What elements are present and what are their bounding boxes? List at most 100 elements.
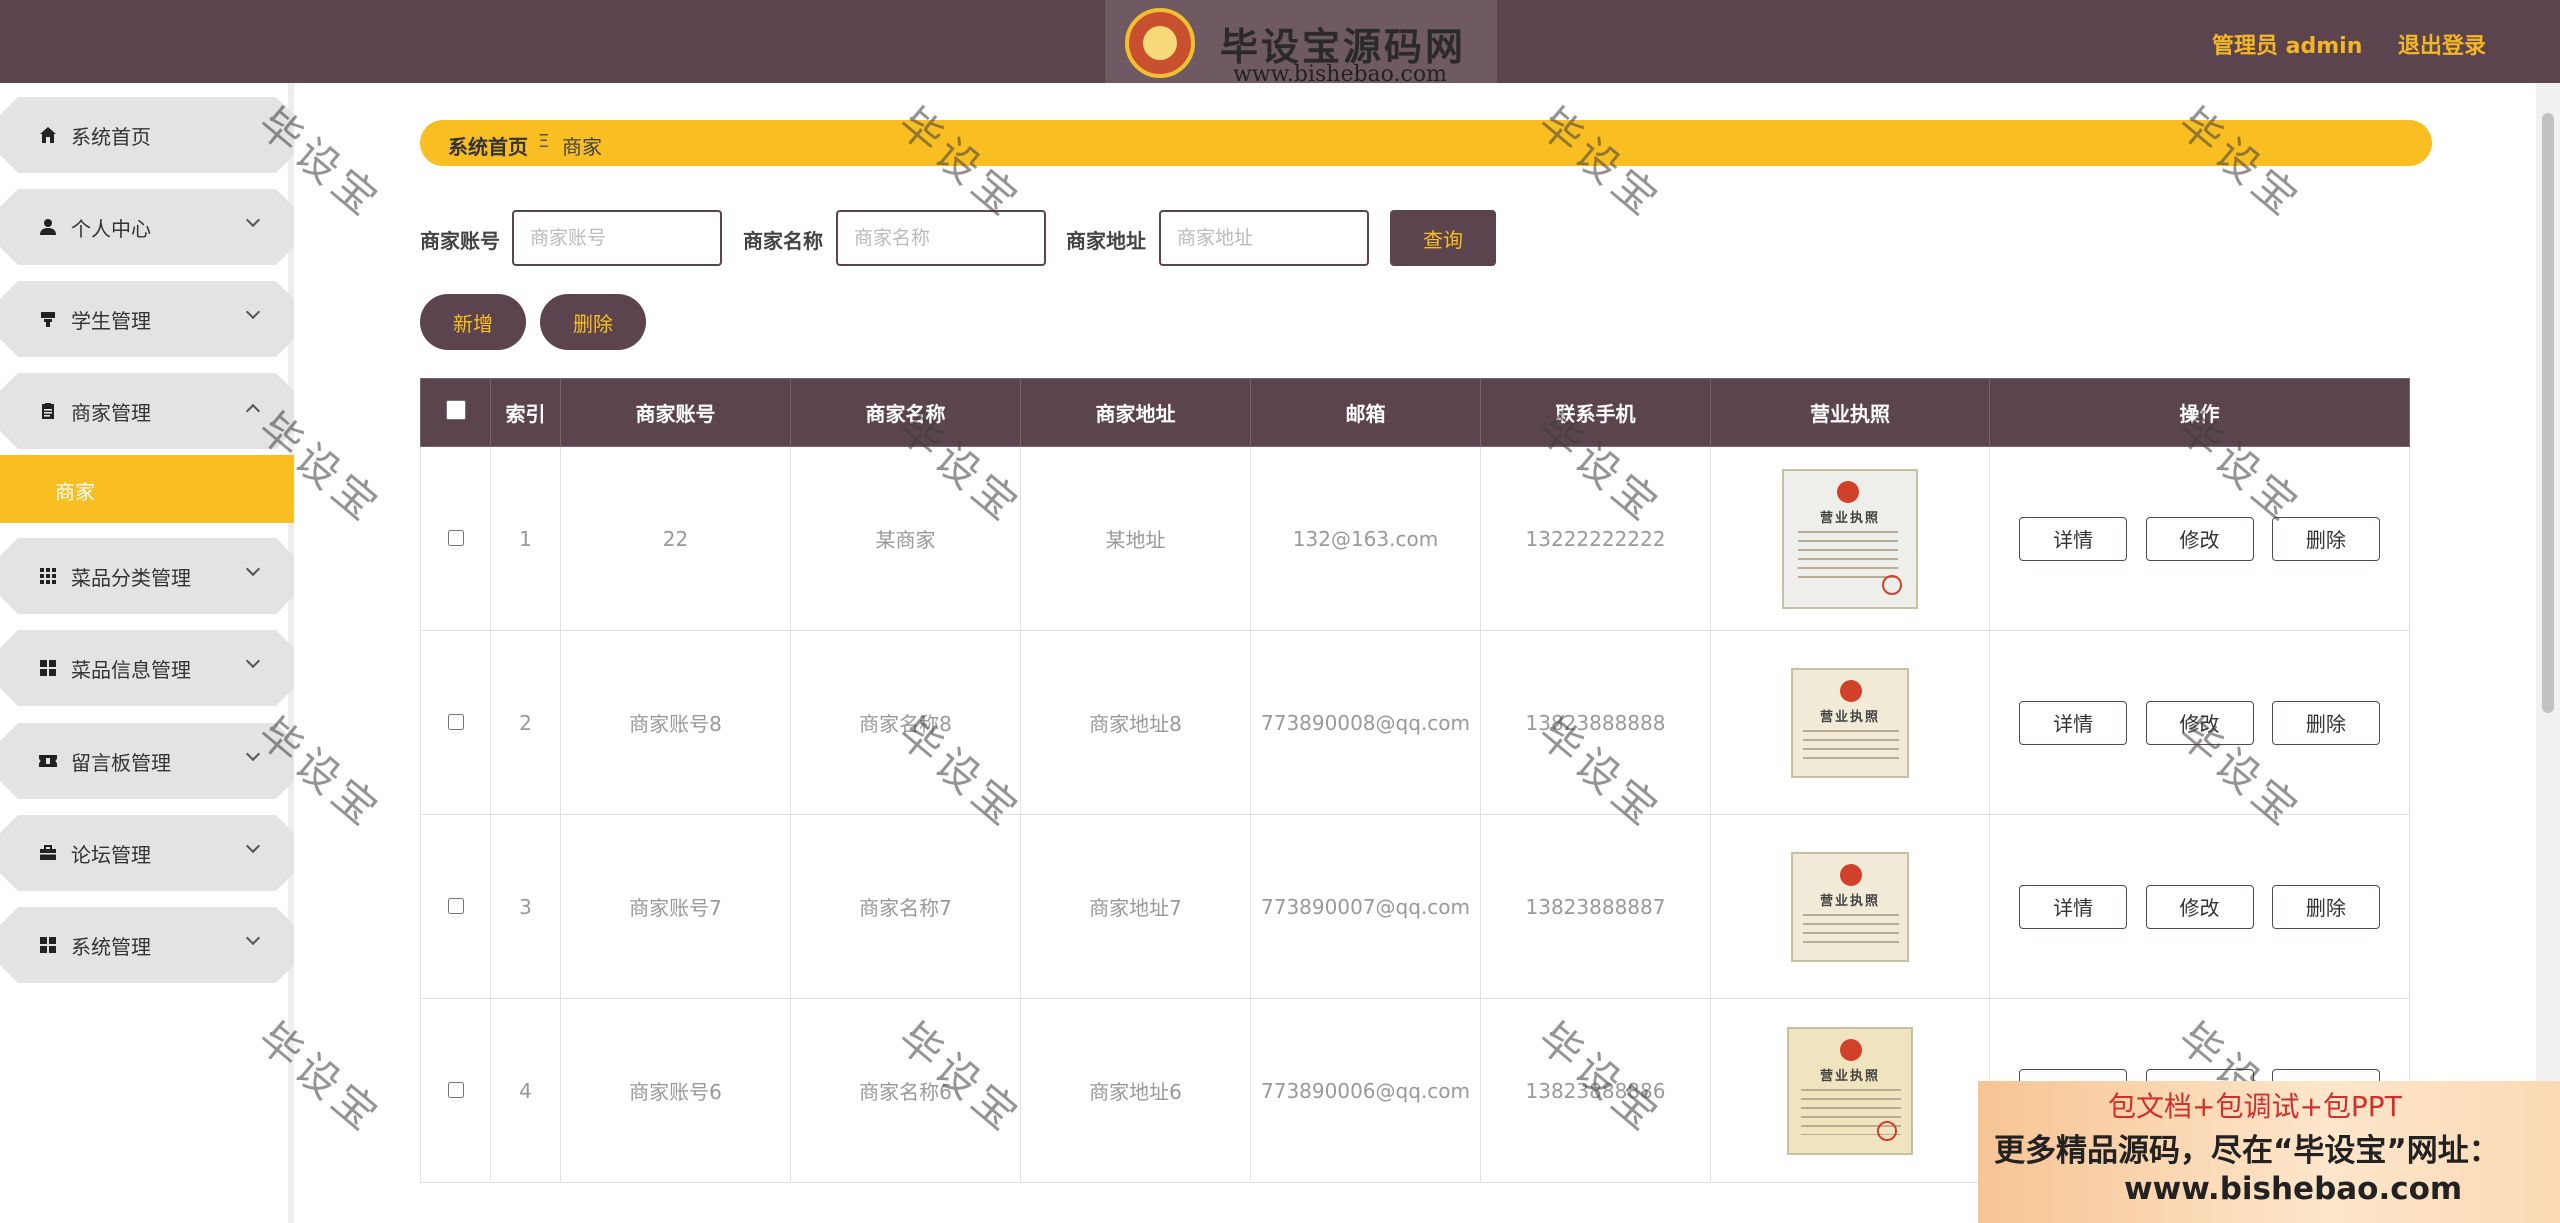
column-header: 操作 <box>1989 378 2410 447</box>
sidebar-item-home[interactable]: 系统首页 <box>0 97 294 173</box>
cell-name: 商家名称6 <box>790 998 1021 1183</box>
chevron-down-icon <box>245 930 261 946</box>
cell-account: 商家账号7 <box>560 814 791 999</box>
chevron-down-icon <box>245 212 261 228</box>
chevron-down-icon <box>245 653 261 669</box>
detail-button[interactable]: 详情 <box>2019 700 2128 745</box>
merchant-table: 索引 商家账号 商家名称 商家地址 邮箱 联系手机 营业执照 操作 1 22 某… <box>420 378 2410 1183</box>
promo-url: www.bishebao.com <box>2124 1171 2463 1207</box>
cell-phone: 13222222222 <box>1480 446 1711 631</box>
sidebar-item-label: 留言板管理 <box>71 751 171 775</box>
sidebar-item-label: 商家管理 <box>71 401 151 425</box>
license-title: 营业执照 <box>1819 510 1880 526</box>
apps-icon <box>38 935 58 955</box>
merchant-address-input[interactable] <box>1159 210 1369 266</box>
scrollbar-thumb[interactable] <box>2542 113 2554 713</box>
table-header-row: 索引 商家账号 商家名称 商家地址 邮箱 联系手机 营业执照 操作 <box>420 378 2410 447</box>
cell-email: 773890007@qq.com <box>1250 814 1481 999</box>
breadcrumb-separator-icon: Ξ <box>538 131 550 152</box>
table-row: 1 22 某商家 某地址 132@163.com 13222222222 营业执… <box>420 446 2410 631</box>
detail-button[interactable]: 详情 <box>2019 516 2128 561</box>
sidebar-subitem-merchant[interactable]: 商家 <box>0 455 294 523</box>
license-image[interactable]: 营业执照 <box>1782 468 1918 609</box>
cell-account: 22 <box>560 446 791 631</box>
query-button[interactable]: 查询 <box>1390 210 1496 266</box>
license-image[interactable]: 营业执照 <box>1791 851 1909 962</box>
row-select-cell <box>420 446 491 631</box>
cell-index: 3 <box>490 814 561 999</box>
emblem-icon <box>1840 1038 1862 1061</box>
license-text-lines <box>1803 729 1899 764</box>
chevron-down-icon <box>245 561 261 577</box>
sidebar: 系统首页 个人中心 学生管理 商家管理 商家 菜品分类管理 菜品信息管理 留言板… <box>0 83 294 1223</box>
edit-button[interactable]: 修改 <box>2145 516 2254 561</box>
sidebar-item-label: 论坛管理 <box>71 843 151 867</box>
row-checkbox[interactable] <box>447 529 464 546</box>
sidebar-item-label: 系统首页 <box>71 125 151 149</box>
detail-button[interactable]: 详情 <box>2019 884 2128 929</box>
cell-email: 132@163.com <box>1250 446 1481 631</box>
promo-tagline: 包文档+包调试+包PPT <box>2108 1090 2402 1123</box>
row-select-cell <box>420 630 491 815</box>
cell-account: 商家账号6 <box>560 998 791 1183</box>
row-checkbox[interactable] <box>447 897 464 914</box>
cell-index: 2 <box>490 630 561 815</box>
add-button[interactable]: 新增 <box>420 294 526 350</box>
license-image[interactable]: 营业执照 <box>1787 1026 1913 1155</box>
emblem-icon <box>1840 863 1862 886</box>
merchant-account-input[interactable] <box>512 210 722 266</box>
cell-account: 商家账号8 <box>560 630 791 815</box>
cell-license: 营业执照 <box>1710 814 1990 999</box>
table-row: 3 商家账号7 商家名称7 商家地址7 773890007@qq.com 138… <box>420 814 2410 999</box>
row-checkbox[interactable] <box>447 1081 464 1098</box>
logo-badge-icon <box>1125 8 1195 78</box>
batch-delete-button[interactable]: 删除 <box>540 294 646 350</box>
cell-address: 商家地址7 <box>1020 814 1251 999</box>
license-title: 营业执照 <box>1819 893 1880 909</box>
sidebar-item-merchants[interactable]: 商家管理 <box>0 373 294 449</box>
merchant-account-label: 商家账号 <box>420 229 500 253</box>
delete-button[interactable]: 删除 <box>2271 700 2380 745</box>
license-title: 营业执照 <box>1819 1068 1880 1084</box>
promo-headline: 更多精品源码，尽在“毕设宝”网址： <box>1994 1133 2500 1169</box>
cell-index: 1 <box>490 446 561 631</box>
cell-phone: 13823888886 <box>1480 998 1711 1183</box>
license-image[interactable]: 营业执照 <box>1791 667 1909 778</box>
merchant-name-label: 商家名称 <box>743 229 823 253</box>
logout-link[interactable]: 退出登录 <box>2398 28 2486 60</box>
select-all-cell <box>420 378 491 447</box>
delete-button[interactable]: 删除 <box>2271 884 2380 929</box>
sidebar-item-students[interactable]: 学生管理 <box>0 281 294 357</box>
license-text-lines <box>1803 913 1899 948</box>
chevron-down-icon <box>245 838 261 854</box>
column-header: 营业执照 <box>1710 378 1990 447</box>
page-scrollbar[interactable] <box>2536 83 2560 1223</box>
edit-button[interactable]: 修改 <box>2145 700 2254 745</box>
sidebar-item-forum[interactable]: 论坛管理 <box>0 815 294 891</box>
delete-button[interactable]: 删除 <box>2271 516 2380 561</box>
emblem-icon <box>1840 679 1862 702</box>
column-header: 索引 <box>490 378 561 447</box>
promo-banner: 包文档+包调试+包PPT 更多精品源码，尽在“毕设宝”网址： www.bishe… <box>1978 1081 2560 1223</box>
column-header: 商家账号 <box>560 378 791 447</box>
sidebar-item-dish-info[interactable]: 菜品信息管理 <box>0 630 294 706</box>
chevron-down-icon <box>245 746 261 762</box>
sidebar-item-system[interactable]: 系统管理 <box>0 907 294 983</box>
briefcase-icon <box>38 843 58 863</box>
column-header: 联系手机 <box>1480 378 1711 447</box>
sidebar-item-profile[interactable]: 个人中心 <box>0 189 294 265</box>
row-checkbox[interactable] <box>447 713 464 730</box>
home-icon <box>38 125 58 145</box>
sidebar-item-message-board[interactable]: 留言板管理 <box>0 723 294 799</box>
select-all-checkbox[interactable] <box>445 400 466 420</box>
ticket-icon <box>38 751 58 771</box>
edit-button[interactable]: 修改 <box>2145 884 2254 929</box>
table-row: 2 商家账号8 商家名称8 商家地址8 773890008@qq.com 138… <box>420 630 2410 815</box>
merchant-name-input[interactable] <box>836 210 1046 266</box>
breadcrumb-home-link[interactable]: 系统首页 <box>448 131 528 160</box>
cell-name: 商家名称8 <box>790 630 1021 815</box>
column-header: 商家地址 <box>1020 378 1251 447</box>
logo-url: www.bishebao.com <box>1233 62 1447 87</box>
sidebar-item-dish-categories[interactable]: 菜品分类管理 <box>0 538 294 614</box>
cell-name: 某商家 <box>790 446 1021 631</box>
